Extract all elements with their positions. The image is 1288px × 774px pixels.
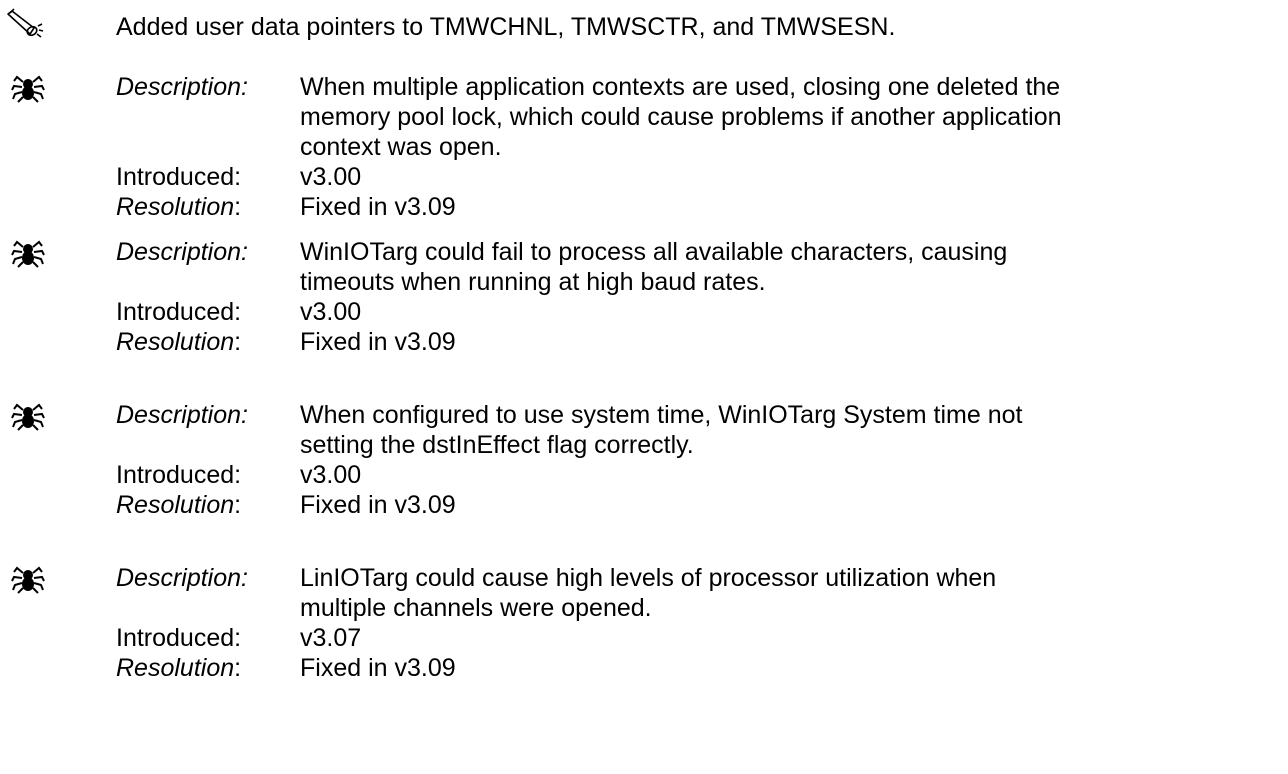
introduced-value: v3.00 — [300, 298, 362, 326]
introduced-row: Introduced: v3.00 — [0, 460, 1288, 490]
description-row: Description: When configured to use syst… — [0, 400, 1288, 430]
description-row: Description: WinIOTarg could fail to pro… — [0, 237, 1288, 267]
description-line: setting the dstInEffect flag correctly. — [300, 431, 694, 459]
introduced-label: Introduced: — [116, 624, 242, 652]
bug-entry: Description: When configured to use syst… — [0, 400, 1288, 520]
description-label: Description: — [116, 73, 248, 101]
introduced-label: Introduced: — [116, 163, 242, 191]
resolution-value: Fixed in v3.09 — [300, 491, 456, 519]
description-row: Description: When multiple application c… — [0, 72, 1288, 102]
introduced-row: Introduced: v3.00 — [0, 162, 1288, 192]
description-row: Description: LinIOTarg could cause high … — [0, 563, 1288, 593]
megaphone-icon — [7, 8, 44, 38]
description-row: timeouts when running at high baud rates… — [0, 267, 1288, 297]
introduced-value: v3.07 — [300, 624, 362, 652]
description-row: setting the dstInEffect flag correctly. — [0, 430, 1288, 460]
bug-entry: Description: WinIOTarg could fail to pro… — [0, 237, 1288, 357]
feature-entry: Added user data pointers to TMWCHNL, TMW… — [0, 8, 1288, 48]
introduced-row: Introduced: v3.00 — [0, 297, 1288, 327]
description-line: When multiple application contexts are u… — [300, 73, 1061, 101]
description-line: context was open. — [300, 133, 502, 161]
resolution-label: Resolution: — [116, 491, 242, 519]
resolution-row: Resolution: Fixed in v3.09 — [0, 653, 1288, 683]
bug-entry: Description: When multiple application c… — [0, 72, 1288, 222]
introduced-value: v3.00 — [300, 163, 362, 191]
description-label: Description: — [116, 401, 248, 429]
description-line: timeouts when running at high baud rates… — [300, 268, 766, 296]
feature-text: Added user data pointers to TMWCHNL, TMW… — [116, 13, 896, 41]
description-line: LinIOTarg could cause high levels of pro… — [300, 564, 997, 592]
description-line: multiple channels were opened. — [300, 594, 652, 622]
bug-entry: Description: LinIOTarg could cause high … — [0, 563, 1288, 683]
description-row: context was open. — [0, 132, 1288, 162]
description-line: WinIOTarg could fail to process all avai… — [300, 238, 1008, 266]
description-row: multiple channels were opened. — [0, 593, 1288, 623]
description-row: memory pool lock, which could cause prob… — [0, 102, 1288, 132]
resolution-row: Resolution: Fixed in v3.09 — [0, 192, 1288, 222]
resolution-label: Resolution: — [116, 193, 242, 221]
description-line: memory pool lock, which could cause prob… — [300, 103, 1062, 131]
description-label: Description: — [116, 564, 248, 592]
description-line: When configured to use system time, WinI… — [300, 401, 1023, 429]
resolution-value: Fixed in v3.09 — [300, 328, 456, 356]
introduced-label: Introduced: — [116, 298, 242, 326]
resolution-row: Resolution: Fixed in v3.09 — [0, 490, 1288, 520]
resolution-label: Resolution: — [116, 328, 242, 356]
introduced-value: v3.00 — [300, 461, 362, 489]
introduced-row: Introduced: v3.07 — [0, 623, 1288, 653]
resolution-row: Resolution: Fixed in v3.09 — [0, 327, 1288, 357]
resolution-label: Resolution: — [116, 654, 242, 682]
resolution-value: Fixed in v3.09 — [300, 654, 456, 682]
description-label: Description: — [116, 238, 248, 266]
resolution-value: Fixed in v3.09 — [300, 193, 456, 221]
introduced-label: Introduced: — [116, 461, 242, 489]
document-page: { "feature": { "icon": "megaphone-icon",… — [0, 0, 1288, 774]
